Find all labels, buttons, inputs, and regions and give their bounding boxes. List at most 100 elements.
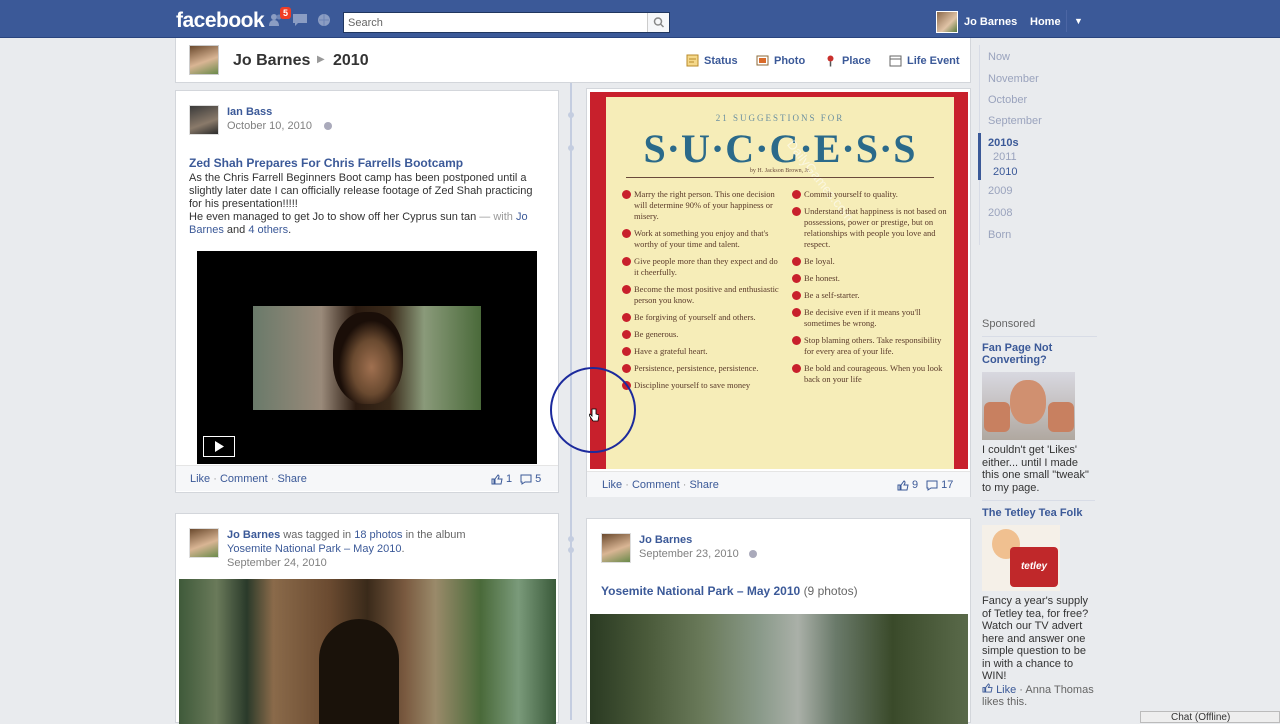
share-link[interactable]: Share bbox=[689, 479, 718, 491]
album-photo-valley[interactable] bbox=[590, 614, 968, 724]
thumb-left bbox=[984, 402, 1010, 432]
tag-link-jo[interactable]: Jo bbox=[516, 211, 528, 223]
tagged-text: was tagged in bbox=[283, 529, 352, 541]
album-photo-tree[interactable] bbox=[179, 579, 556, 724]
post-body: As the Chris Farrell Beginners Boot camp… bbox=[189, 172, 551, 237]
home-link[interactable]: Home bbox=[1030, 16, 1061, 28]
nav-september[interactable]: September bbox=[988, 115, 1042, 127]
post-title-link[interactable]: Zed Shah Prepares For Chris Farrells Boo… bbox=[189, 156, 463, 170]
like-count[interactable]: 9 bbox=[912, 479, 918, 491]
nav-born[interactable]: Born bbox=[988, 229, 1011, 241]
poster-list-text: Persistence, persistence, persistence. bbox=[634, 363, 759, 373]
comment-count[interactable]: 5 bbox=[535, 473, 541, 485]
profile-avatar[interactable] bbox=[189, 45, 219, 75]
comment-link[interactable]: Comment bbox=[632, 479, 680, 491]
comment-count[interactable]: 17 bbox=[941, 479, 953, 491]
poster-image[interactable]: 21 SUGGESTIONS FOR S·U·C·C·E·S·S by H. J… bbox=[590, 92, 968, 469]
album-link[interactable]: Yosemite National Park – May 2010 bbox=[227, 543, 401, 555]
poster-list-item: Work at something you enjoy and that's w… bbox=[622, 228, 782, 250]
poster-list-text: Understand that happiness is not based o… bbox=[804, 206, 947, 249]
user-name-link[interactable]: Jo Barnes bbox=[964, 16, 1017, 28]
composer-life-event-button[interactable]: Life Event bbox=[889, 54, 960, 67]
post-counts: 9 17 bbox=[897, 479, 953, 491]
search-input[interactable] bbox=[348, 15, 638, 30]
poster-list-item: Be forgiving of yourself and others. bbox=[622, 312, 782, 323]
tag-link-others[interactable]: 4 others bbox=[248, 224, 288, 236]
top-bar: facebook 5 Jo Barnes Home ▼ bbox=[0, 0, 1280, 38]
photos-link[interactable]: 18 photos bbox=[354, 529, 402, 541]
comment-icon[interactable] bbox=[520, 474, 532, 485]
post-date[interactable]: October 10, 2010 bbox=[227, 120, 312, 132]
post-header: Jo Barnes was tagged in 18 photos in the… bbox=[227, 528, 547, 570]
ad-title[interactable]: Fan Page Not Converting? bbox=[982, 342, 1097, 366]
poster-list-item: Be decisive even if it means you'll some… bbox=[792, 307, 948, 329]
like-icon[interactable] bbox=[491, 473, 503, 485]
nav-2010[interactable]: 2010 bbox=[993, 166, 1017, 178]
search-box bbox=[343, 12, 670, 33]
bullet-icon bbox=[622, 190, 631, 199]
author-avatar[interactable] bbox=[601, 533, 631, 563]
globe-icon[interactable] bbox=[323, 121, 333, 131]
post-body-line: slightly later date I can officially rel… bbox=[189, 185, 533, 197]
nav-2010s[interactable]: 2010s bbox=[988, 137, 1019, 149]
poster-list-text: Become the most positive and enthusiasti… bbox=[634, 284, 779, 305]
nav-october[interactable]: October bbox=[988, 94, 1027, 106]
post-date[interactable]: September 24, 2010 bbox=[227, 557, 327, 569]
globe-icon[interactable] bbox=[748, 549, 758, 559]
facebook-logo[interactable]: facebook bbox=[176, 9, 265, 33]
composer-photo-button[interactable]: Photo bbox=[756, 54, 805, 67]
sponsored-label: Sponsored bbox=[982, 318, 1097, 337]
composer-place-button[interactable]: Place bbox=[824, 54, 871, 67]
composer-status-label: Status bbox=[704, 54, 738, 67]
album-title-link[interactable]: Yosemite National Park – May 2010 bbox=[601, 584, 800, 598]
notifications-icon[interactable] bbox=[316, 13, 332, 27]
bullet-icon bbox=[792, 257, 801, 266]
tree-tunnel bbox=[319, 619, 399, 724]
like-link[interactable]: Like bbox=[190, 473, 210, 485]
messages-icon[interactable] bbox=[292, 13, 308, 27]
ad-image-tetley[interactable]: tetley bbox=[982, 525, 1060, 591]
poster-list-item: Be a self-starter. bbox=[792, 290, 948, 301]
share-link[interactable]: Share bbox=[277, 473, 306, 485]
composer-status-button[interactable]: Status bbox=[686, 54, 738, 67]
comment-link[interactable]: Comment bbox=[220, 473, 268, 485]
post-author[interactable]: Jo Barnes bbox=[639, 534, 692, 546]
and-text: and bbox=[226, 224, 246, 236]
ad-like-link[interactable]: Like bbox=[996, 684, 1016, 696]
chevron-down-icon[interactable]: ▼ bbox=[1074, 16, 1083, 26]
chat-bar[interactable]: Chat (Offline) bbox=[1140, 711, 1280, 723]
post-author[interactable]: Jo Barnes bbox=[227, 529, 280, 541]
search-button[interactable] bbox=[647, 13, 669, 32]
nav-2011[interactable]: 2011 bbox=[993, 151, 1017, 163]
video-player[interactable] bbox=[197, 251, 537, 464]
poster-list-item: Give people more than they expect and do… bbox=[622, 256, 782, 278]
ad-image-thumbs-down[interactable] bbox=[982, 372, 1075, 440]
bullet-icon bbox=[622, 330, 631, 339]
tag-link-barnes[interactable]: Barnes bbox=[189, 224, 224, 236]
poster-list-item: Marry the right person. This one decisio… bbox=[622, 189, 782, 222]
comment-icon[interactable] bbox=[926, 480, 938, 491]
nav-2008[interactable]: 2008 bbox=[988, 207, 1012, 219]
user-avatar[interactable] bbox=[936, 11, 958, 33]
post-author[interactable]: Ian Bass bbox=[227, 106, 272, 118]
ad-body: I couldn't get 'Likes' either... until I… bbox=[982, 444, 1089, 494]
post-date[interactable]: September 23, 2010 bbox=[639, 548, 739, 560]
author-avatar[interactable] bbox=[189, 528, 219, 558]
nav-now[interactable]: Now bbox=[988, 51, 1010, 63]
poster-list-text: Be generous. bbox=[634, 329, 679, 339]
bullet-icon bbox=[622, 285, 631, 294]
album-text: in the album bbox=[405, 529, 466, 541]
like-icon[interactable] bbox=[897, 479, 909, 491]
play-icon[interactable] bbox=[203, 436, 235, 457]
nav-november[interactable]: November bbox=[988, 73, 1039, 85]
nav-2009[interactable]: 2009 bbox=[988, 185, 1012, 197]
poster-list-item: Understand that happiness is not based o… bbox=[792, 206, 948, 250]
poster-list-item: Be bold and courageous. When you look ba… bbox=[792, 363, 948, 385]
profile-name[interactable]: Jo Barnes bbox=[233, 52, 310, 70]
spine-dot bbox=[568, 145, 574, 151]
author-avatar[interactable] bbox=[189, 105, 219, 135]
ad-title[interactable]: The Tetley Tea Folk bbox=[982, 507, 1097, 519]
like-count[interactable]: 1 bbox=[506, 473, 512, 485]
poster-byline: by H. Jackson Brown, Jr. bbox=[749, 168, 811, 174]
like-link[interactable]: Like bbox=[602, 479, 622, 491]
